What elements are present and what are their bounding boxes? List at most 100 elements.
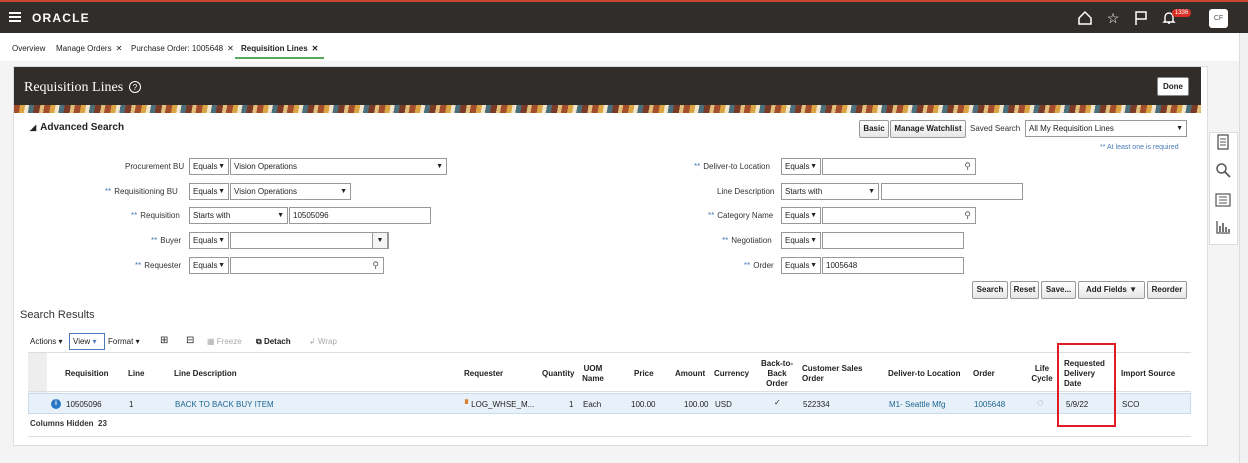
negotiation-label: ** Negotiation xyxy=(722,236,772,245)
star-icon[interactable]: ☆ xyxy=(1105,10,1121,26)
table-row[interactable]: i 10505096 1 BACK TO BACK BUY ITEM ▘LOG_… xyxy=(28,393,1191,414)
chevron-down-icon: ▼ xyxy=(218,262,225,269)
requisitioning-bu-operator[interactable]: Equals ▼ xyxy=(189,183,229,200)
chart-icon[interactable] xyxy=(1212,219,1234,241)
category-name-label: ** Category Name xyxy=(708,211,774,220)
basic-button[interactable]: Basic xyxy=(859,120,889,138)
manage-watchlist-button[interactable]: Manage Watchlist xyxy=(890,120,966,138)
column-header-import-source[interactable]: Import Source xyxy=(1121,369,1175,379)
results-table-header: Requisition Line Line Description Reques… xyxy=(28,352,1191,392)
saved-search-label: Saved Search xyxy=(970,124,1021,133)
requester-input[interactable]: ⚲ xyxy=(230,257,384,274)
category-operator[interactable]: Equals ▼ xyxy=(781,207,821,224)
close-icon[interactable]: ✕ xyxy=(227,44,234,53)
order-operator[interactable]: Equals ▼ xyxy=(781,257,821,274)
requisition-operator[interactable]: Starts with ▼ xyxy=(189,207,288,224)
search-button[interactable]: Search xyxy=(972,281,1008,299)
flag-icon[interactable] xyxy=(1133,10,1149,26)
columns-hidden-info: Columns Hidden 23 xyxy=(30,419,107,428)
advanced-search-header[interactable]: ◢ Advanced Search xyxy=(30,122,124,133)
detach-button[interactable]: ⧉ Detach xyxy=(256,337,291,347)
chevron-down-icon: ▼ xyxy=(810,163,817,170)
negotiation-operator[interactable]: Equals ▼ xyxy=(781,232,821,249)
highlight-box xyxy=(1057,343,1116,427)
page-scrollbar[interactable] xyxy=(1239,33,1248,463)
columns-icon[interactable]: ⊞ xyxy=(160,335,168,346)
column-header-back-to-back[interactable]: Back-to-Back Order xyxy=(758,359,796,389)
dropdown-button[interactable]: ▼ xyxy=(372,232,388,249)
tab-manage-orders[interactable]: Manage Orders ✕ xyxy=(56,44,122,53)
requisitioning-bu-select[interactable]: Vision Operations ▼ xyxy=(230,183,351,200)
requisition-input[interactable]: 10505096 xyxy=(289,207,431,224)
buyer-operator[interactable]: Equals ▼ xyxy=(189,232,229,249)
cell-deliver-to[interactable]: M1- Seattle Mfg xyxy=(889,400,945,409)
hamburger-icon[interactable] xyxy=(9,12,21,22)
view-menu[interactable]: View ▾ xyxy=(69,333,105,350)
cell-order[interactable]: 1005648 xyxy=(974,400,1005,409)
procurement-bu-select[interactable]: Vision Operations ▼ xyxy=(230,158,447,175)
cell-quantity: 1 xyxy=(569,400,574,409)
cell-line: 1 xyxy=(129,400,134,409)
wrap-button[interactable]: ↲ Wrap xyxy=(309,337,337,346)
document-icon[interactable] xyxy=(1212,134,1234,156)
life-cycle-icon[interactable]: ◌ xyxy=(1037,397,1044,409)
search-icon[interactable]: ⚲ xyxy=(964,208,971,223)
global-header: ORACLE ☆ 1336 CF xyxy=(0,0,1248,33)
chevron-down-icon: ▼ xyxy=(810,212,817,219)
tab-purchase-order[interactable]: Purchase Order: 1005648 ✕ xyxy=(131,44,234,53)
cell-line-description[interactable]: BACK TO BACK BUY ITEM xyxy=(175,400,274,409)
column-header-amount[interactable]: Amount xyxy=(675,369,705,379)
close-icon[interactable]: ✕ xyxy=(116,44,123,53)
negotiation-input[interactable] xyxy=(822,232,964,249)
info-icon[interactable]: i xyxy=(51,399,61,409)
home-icon[interactable] xyxy=(1077,10,1093,26)
saved-search-select[interactable]: All My Requisition Lines ▼ xyxy=(1025,120,1187,137)
chevron-down-icon: ▼ xyxy=(218,237,225,244)
column-header-requisition[interactable]: Requisition xyxy=(65,369,109,379)
search-icon[interactable]: ⚲ xyxy=(964,159,971,174)
order-input[interactable]: 1005648 xyxy=(822,257,964,274)
search-icon[interactable]: ⚲ xyxy=(372,258,379,273)
column-header-customer-sales-order[interactable]: Customer Sales Order xyxy=(802,364,870,384)
column-header-line-description[interactable]: Line Description xyxy=(174,369,237,379)
banner-decoration xyxy=(14,105,1201,113)
done-button[interactable]: Done xyxy=(1157,77,1189,96)
help-icon[interactable]: ? xyxy=(129,81,141,93)
line-description-operator[interactable]: Starts with ▼ xyxy=(781,183,879,200)
buyer-input[interactable]: ▼ xyxy=(230,232,389,249)
column-header-requester[interactable]: Requester xyxy=(464,369,503,379)
cell-import-source: SCO xyxy=(1122,400,1140,409)
category-input[interactable]: ⚲ xyxy=(822,207,976,224)
list-icon[interactable] xyxy=(1212,191,1234,213)
deliver-to-input[interactable]: ⚲ xyxy=(822,158,976,175)
procurement-bu-operator[interactable]: Equals ▼ xyxy=(189,158,229,175)
chevron-down-icon: ▼ xyxy=(340,188,347,195)
column-header-life-cycle[interactable]: Life Cycle xyxy=(1028,364,1056,384)
column-header-uom[interactable]: UOM Name xyxy=(580,364,606,384)
cell-uom: Each xyxy=(583,400,602,409)
deliver-to-operator[interactable]: Equals ▼ xyxy=(781,158,821,175)
actions-menu[interactable]: Actions ▾ xyxy=(30,337,62,346)
column-header-currency[interactable]: Currency xyxy=(714,369,749,379)
search-icon[interactable] xyxy=(1212,162,1234,184)
close-icon[interactable]: ✕ xyxy=(312,44,319,53)
column-header-order[interactable]: Order xyxy=(973,369,995,379)
save-button[interactable]: Save... xyxy=(1041,281,1076,299)
export-icon[interactable]: ⊟ xyxy=(186,335,194,346)
requester-operator[interactable]: Equals ▼ xyxy=(189,257,229,274)
reset-button[interactable]: Reset xyxy=(1010,281,1039,299)
column-header-price[interactable]: Price xyxy=(634,369,654,379)
format-menu[interactable]: Format ▾ xyxy=(108,337,140,346)
oracle-logo: ORACLE xyxy=(32,11,90,25)
user-avatar[interactable]: CF xyxy=(1209,9,1228,28)
chevron-down-icon: ▼ xyxy=(810,237,817,244)
reorder-button[interactable]: Reorder xyxy=(1147,281,1187,299)
add-fields-button[interactable]: Add Fields ▼ xyxy=(1078,281,1145,299)
column-header-quantity[interactable]: Quantity xyxy=(542,369,574,379)
tab-requisition-lines[interactable]: Requisition Lines ✕ xyxy=(234,44,325,59)
freeze-button[interactable]: ▦ Freeze xyxy=(207,337,242,346)
line-description-input[interactable] xyxy=(881,183,1023,200)
column-header-line[interactable]: Line xyxy=(128,369,144,379)
column-header-deliver-to[interactable]: Deliver-to Location xyxy=(888,369,960,379)
tab-overview[interactable]: Overview xyxy=(12,44,45,53)
